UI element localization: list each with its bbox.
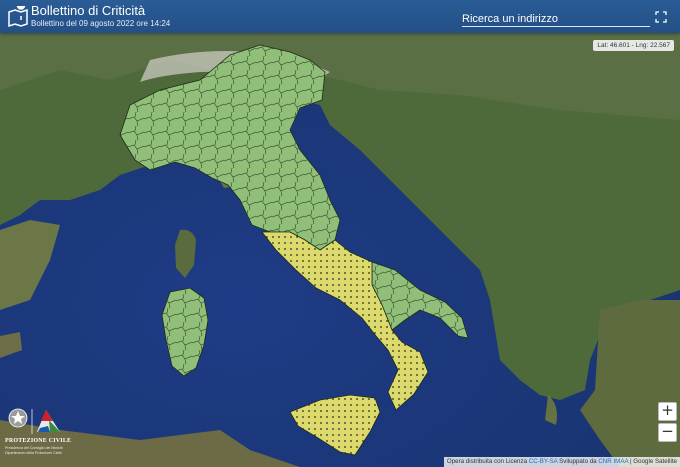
satellite-map[interactable] [0, 0, 680, 467]
brand-line-1: Presidenza del Consiglio dei Ministri [5, 446, 63, 450]
expand-icon[interactable] [655, 11, 667, 23]
italian-emblem-icon [8, 408, 28, 428]
attribution-text-2: Sviluppato da [557, 458, 599, 465]
address-search-input[interactable] [462, 11, 650, 27]
attribution-text: Opera distribuita con Licenza [446, 458, 529, 465]
zoom-out-button[interactable]: − [658, 423, 677, 442]
protezione-civile-triangle-icon [37, 410, 60, 432]
developer-link[interactable]: CNR IMAA [598, 458, 628, 465]
app-title: Bollettino di Criticità [31, 3, 146, 18]
brand-line-2: Dipartimento della Protezione Civile [5, 451, 62, 455]
brand-name: PROTEZIONE CIVILE [5, 438, 72, 444]
map-attribution: Opera distribuita con Licenza CC-BY-SA S… [443, 457, 680, 467]
map-pin-icon [8, 6, 28, 28]
bulletin-date: Bollettino del 09 agosto 2022 ore 14:24 [31, 19, 171, 28]
license-link[interactable]: CC-BY-SA [529, 458, 558, 465]
cursor-coordinates: Lat: 46.601 - Lng: 22.567 [593, 40, 674, 51]
zoom-in-button[interactable]: + [658, 402, 677, 421]
attribution-source: | Google Satellite [628, 458, 677, 465]
app-header: Bollettino di Criticità Bollettino del 0… [0, 0, 680, 33]
